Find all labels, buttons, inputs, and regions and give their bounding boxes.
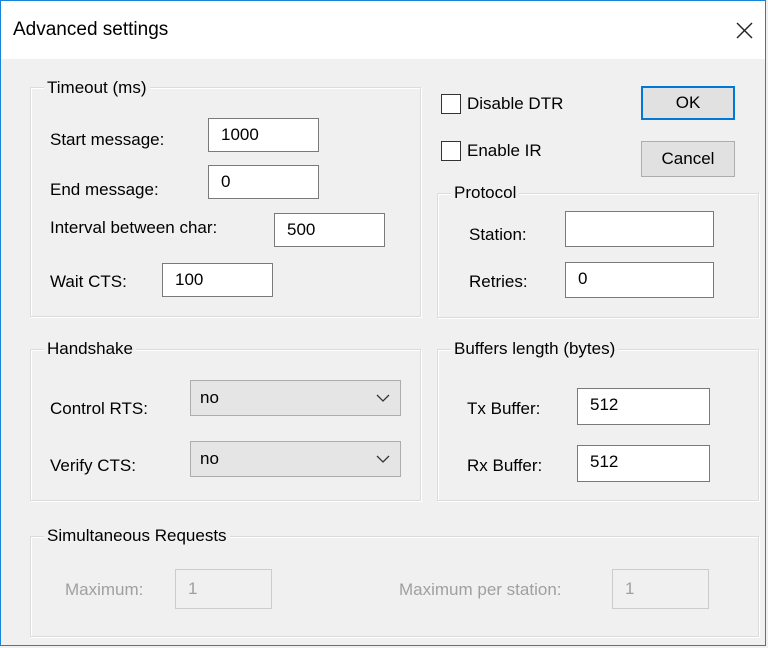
close-button[interactable] (727, 13, 761, 47)
start-message-input[interactable]: 1000 (208, 118, 319, 152)
disable-dtr-checkbox[interactable] (441, 94, 461, 114)
control-rts-value: no (200, 388, 219, 407)
maximum-per-station-input[interactable]: 1 (612, 569, 709, 609)
window-title: Advanced settings (13, 19, 169, 40)
timeout-legend: Timeout (ms) (44, 78, 150, 98)
station-input[interactable] (565, 211, 714, 247)
interval-between-char-label: Interval between char: (50, 218, 218, 237)
advanced-settings-dialog: Advanced settings Timeout (ms) Start mes… (0, 0, 766, 646)
station-label: Station: (469, 225, 527, 244)
tx-buffer-input[interactable]: 512 (577, 388, 710, 425)
enable-ir-checkbox[interactable] (441, 141, 461, 161)
handshake-group (30, 349, 421, 501)
verify-cts-value: no (200, 449, 219, 468)
chevron-down-icon (376, 455, 390, 463)
buffers-legend: Buffers length (bytes) (451, 339, 619, 359)
chevron-down-icon (376, 394, 390, 402)
close-icon (736, 22, 753, 39)
end-message-label: End message: (50, 180, 159, 199)
start-message-label: Start message: (50, 130, 165, 149)
wait-cts-label: Wait CTS: (50, 272, 127, 291)
simultaneous-requests-legend: Simultaneous Requests (44, 526, 230, 546)
control-rts-select[interactable]: no (190, 380, 401, 416)
maximum-label: Maximum: (65, 580, 144, 599)
end-message-input[interactable]: 0 (208, 165, 319, 199)
ok-button[interactable]: OK (641, 86, 735, 120)
maximum-per-station-label: Maximum per station: (399, 580, 562, 599)
title-bar: Advanced settings (1, 1, 765, 59)
cancel-button[interactable]: Cancel (641, 141, 735, 177)
retries-label: Retries: (469, 272, 528, 291)
verify-cts-select[interactable]: no (190, 441, 401, 477)
protocol-legend: Protocol (451, 183, 520, 203)
tx-buffer-label: Tx Buffer: (467, 399, 541, 418)
handshake-legend: Handshake (44, 339, 137, 359)
disable-dtr-label[interactable]: Disable DTR (467, 94, 563, 114)
rx-buffer-input[interactable]: 512 (577, 445, 710, 482)
enable-ir-label[interactable]: Enable IR (467, 141, 542, 161)
rx-buffer-label: Rx Buffer: (467, 456, 543, 475)
wait-cts-input[interactable]: 100 (162, 263, 273, 297)
interval-between-char-input[interactable]: 500 (274, 213, 385, 247)
maximum-input[interactable]: 1 (175, 569, 272, 609)
control-rts-label: Control RTS: (50, 399, 148, 418)
verify-cts-label: Verify CTS: (50, 456, 136, 475)
retries-input[interactable]: 0 (565, 262, 714, 298)
